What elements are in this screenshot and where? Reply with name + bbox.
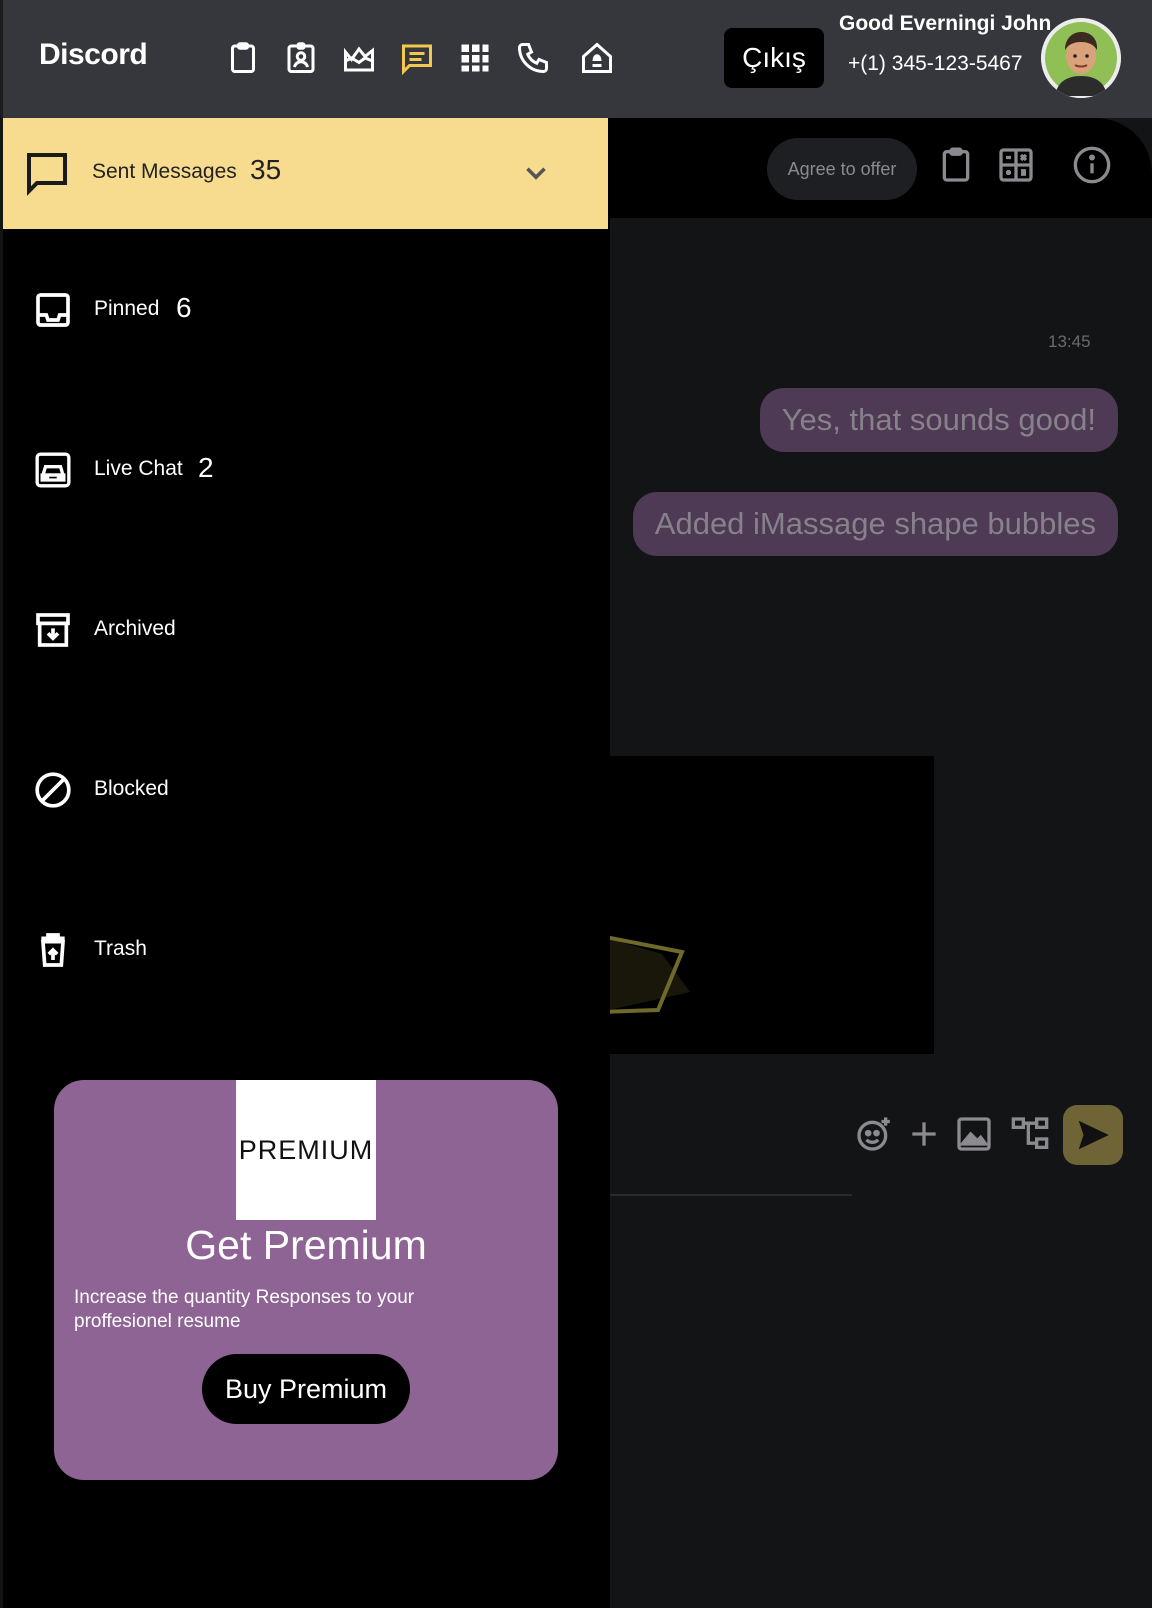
clipboard-icon[interactable]: [936, 145, 976, 185]
archive-icon: [36, 613, 70, 647]
send-icon: [1078, 1120, 1109, 1150]
sitemap-icon[interactable]: [1010, 1114, 1050, 1154]
chat-header: Agree to offer: [600, 118, 1152, 218]
car-icon: [35, 452, 71, 488]
message-timestamp: 13:45: [1048, 332, 1091, 351]
sidebar-item-pinned[interactable]: Pinned 6: [3, 268, 608, 348]
greeting-text: Good Everningi John: [839, 12, 1052, 35]
premium-logo: PREMIUM: [236, 1080, 376, 1220]
media-attachment[interactable]: [600, 756, 934, 1054]
sidebar-drawer: Sent Messages 35 Pinned 6 Live Chat 2 Ar…: [3, 118, 610, 1608]
apps-grid-icon[interactable]: [453, 36, 497, 80]
sidebar-item-label: Blocked: [94, 777, 169, 800]
clipboard-icon[interactable]: [221, 36, 265, 80]
phone-icon[interactable]: [511, 36, 555, 80]
trash-icon: [41, 933, 65, 967]
emoji-add-icon[interactable]: [854, 1114, 894, 1154]
sidebar-item-count: 6: [176, 292, 192, 323]
sidebar-item-trash[interactable]: Trash: [3, 908, 608, 988]
contact-badge-icon[interactable]: [279, 36, 323, 80]
send-button[interactable]: [1063, 1105, 1123, 1165]
chat-icon[interactable]: [395, 36, 439, 80]
plus-icon[interactable]: [904, 1114, 944, 1154]
sidebar-item-label: Archived: [94, 617, 176, 640]
message-bubble[interactable]: Yes, that sounds good!: [759, 388, 1118, 452]
sidebar-item-blocked[interactable]: Blocked: [3, 748, 608, 828]
logout-button[interactable]: Çıkış: [724, 28, 824, 88]
user-phone: +(1) 345-123-5467: [848, 52, 1023, 75]
sidebar-item-live-chat[interactable]: Live Chat 2: [3, 428, 608, 508]
agree-to-offer-button[interactable]: Agree to offer: [767, 138, 917, 200]
calculator-icon[interactable]: [996, 145, 1036, 185]
buy-premium-button[interactable]: Buy Premium: [202, 1354, 410, 1424]
premium-description: Increase the quantity Responses to your …: [74, 1287, 415, 1332]
chevron-down-icon[interactable]: [519, 156, 553, 190]
sidebar-item-label: Sent Messages: [92, 160, 237, 183]
info-icon[interactable]: [1072, 145, 1112, 185]
sidebar-item-label: Live Chat: [94, 457, 183, 480]
sidebar-item-count: 35: [250, 154, 282, 185]
top-bar: Discord Çıkış Good Everningi John +(1) 3…: [0, 0, 1152, 118]
premium-title: Get Premium: [185, 1222, 427, 1268]
message-input-underline: [600, 1194, 852, 1196]
avatar[interactable]: [1041, 18, 1121, 98]
image-icon[interactable]: [954, 1114, 994, 1154]
message-icon: [27, 153, 67, 196]
sidebar-item-count: 2: [198, 452, 214, 483]
premium-card: PREMIUM Get Premium Increase the quantit…: [54, 1080, 558, 1480]
block-icon: [35, 772, 71, 808]
sidebar-item-sent-messages[interactable]: Sent Messages 35: [3, 118, 608, 229]
sidebar-item-archived[interactable]: Archived: [3, 588, 608, 668]
sidebar-item-label: Pinned: [94, 297, 160, 320]
message-bubble[interactable]: Added iMassage shape bubbles: [632, 492, 1118, 556]
home-alert-icon[interactable]: [575, 36, 619, 80]
landscape-icon[interactable]: [337, 36, 381, 80]
sidebar-item-label: Trash: [94, 937, 147, 960]
brand-logo[interactable]: Discord: [39, 38, 148, 72]
inbox-icon: [36, 293, 70, 327]
chat-panel: Agree to offer 13:45 Yes, that sounds go…: [600, 118, 1152, 1608]
